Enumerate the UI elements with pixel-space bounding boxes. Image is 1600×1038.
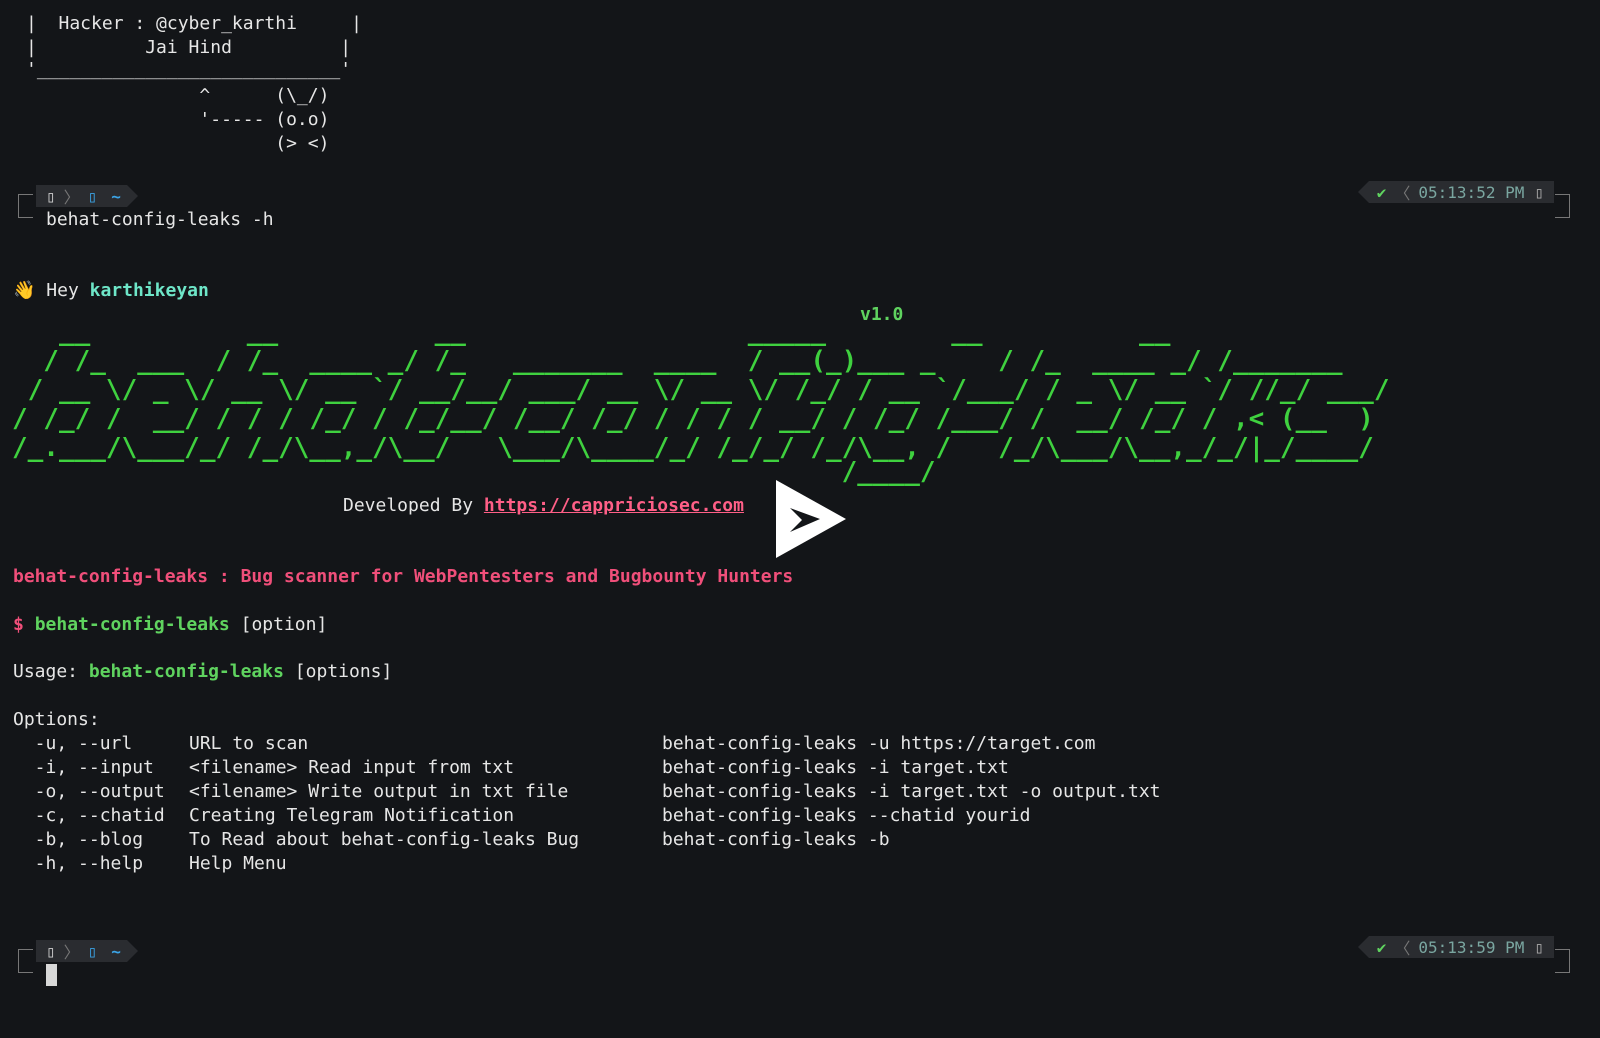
prompt-frame-right: [1555, 194, 1570, 218]
prompt-frame-left: [18, 194, 33, 218]
banner-creature-face: '----- (o.o): [26, 109, 330, 130]
option-example: behat-config-leaks -i target.txt -o outp…: [662, 781, 1161, 802]
play-logo-icon: [776, 480, 846, 558]
wave-icon: 👋: [13, 280, 36, 301]
clock-icon: ▯: [1534, 182, 1544, 202]
prompt-segment-left: ▯ 〉 ▯ ~: [36, 185, 138, 207]
current-directory: ~: [111, 186, 121, 206]
option-description: To Read about behat-config-leaks Bug: [189, 829, 580, 850]
prompt-segment-left: ▯ 〉 ▯ ~: [36, 940, 138, 962]
usage-arg: [options]: [294, 661, 393, 682]
separator-chevron-icon: 〉: [63, 188, 80, 207]
command-input: behat-config-leaks -h: [46, 209, 274, 230]
option-flag: -c, --chatid: [13, 805, 187, 826]
separator-chevron-icon: 〉: [63, 943, 80, 962]
prompt-frame-right: [1555, 949, 1570, 973]
option-description: URL to scan: [189, 733, 309, 754]
synopsis: $ behat-config-leaks [option]: [13, 613, 327, 637]
option-flag: -i, --input: [13, 757, 187, 778]
option-example: behat-config-leaks -i target.txt: [662, 757, 1009, 778]
current-directory: ~: [111, 941, 121, 961]
banner-hacker-line: | Hacker : @cyber_karthi |: [26, 13, 362, 34]
option-example: behat-config-leaks -u https://target.com: [662, 733, 1096, 754]
banner-jai-hind-line: | Jai Hind |: [26, 37, 352, 58]
greeting: 👋 Hey karthikeyan: [13, 279, 209, 303]
prompt-segment-right: ✔ 〈 05:13:59 PM ▯: [1357, 936, 1554, 958]
synopsis-command: behat-config-leaks: [34, 614, 230, 635]
option-description: <filename> Write output in txt file: [189, 781, 569, 802]
option-example: behat-config-leaks --chatid yourid: [662, 805, 1031, 826]
option-flag: -b, --blog: [13, 829, 187, 850]
banner-creature-body: (> <): [26, 133, 330, 154]
prompt-arrow-left: [1357, 181, 1369, 203]
option-example: behat-config-leaks -b: [662, 829, 890, 850]
folder-icon: ▯: [87, 186, 98, 206]
banner-bottom-line: '____________________________': [26, 59, 352, 80]
synopsis-arg: [option]: [240, 614, 328, 635]
ascii-title-line-3: / __ \/ _ \/ __ \/ __ `/ __/__/ ___/ __ …: [12, 375, 1390, 405]
terminal-icon: ▯: [46, 941, 56, 961]
user-name: karthikeyan: [89, 280, 209, 301]
ascii-title-line-2: / /_ ___ / /_ ____ _/ /_ _______ ____ / …: [12, 346, 1343, 376]
prompt-arrow-left: [1357, 936, 1369, 958]
prompt-segment-right: ✔ 〈 05:13:52 PM ▯: [1357, 181, 1554, 203]
prompt-time: 05:13:59 PM: [1418, 937, 1525, 957]
usage: Usage: behat-config-leaks [options]: [13, 660, 392, 684]
option-description: <filename> Read input from txt: [189, 757, 515, 778]
developer-link[interactable]: https://cappriciosec.com: [484, 495, 744, 516]
separator-chevron-left-icon: 〈: [1394, 184, 1411, 203]
options-header: Options:: [13, 709, 100, 730]
prompt-arrow: [126, 940, 138, 962]
ascii-title-line-4: / /_/ / __/ / / / /_/ / /_/__/ /__/ /_/ …: [12, 404, 1390, 434]
success-check-icon: ✔: [1376, 937, 1387, 957]
prompt-frame-left: [18, 949, 33, 973]
clock-icon: ▯: [1534, 937, 1544, 957]
terminal-icon: ▯: [46, 186, 56, 206]
folder-icon: ▯: [87, 941, 98, 961]
developed-by: Developed By https://cappriciosec.com: [343, 494, 744, 518]
tagline: behat-config-leaks : Bug scanner for Web…: [13, 566, 794, 587]
banner-creature-ears: ^ (\_/): [26, 85, 330, 106]
usage-command: behat-config-leaks: [88, 661, 284, 682]
option-description: Creating Telegram Notification: [189, 805, 515, 826]
option-flag: -o, --output: [13, 781, 187, 802]
success-check-icon: ✔: [1376, 182, 1387, 202]
dollar-sign: $: [13, 614, 24, 635]
option-description: Help Menu: [189, 853, 287, 874]
prompt-time: 05:13:52 PM: [1418, 182, 1525, 202]
option-flag: -u, --url: [13, 733, 187, 754]
prompt-arrow: [126, 185, 138, 207]
greeting-hey: Hey: [46, 280, 79, 301]
separator-chevron-left-icon: 〈: [1394, 939, 1411, 958]
option-flag: -h, --help: [13, 853, 187, 874]
ascii-title-line-6: /____/: [12, 457, 1374, 487]
developed-by-label: Developed By: [343, 495, 474, 516]
terminal-cursor[interactable]: [46, 964, 57, 986]
usage-label: Usage:: [13, 661, 79, 682]
ascii-title-line-1: __ __ __ _____ __ __: [12, 317, 1327, 347]
